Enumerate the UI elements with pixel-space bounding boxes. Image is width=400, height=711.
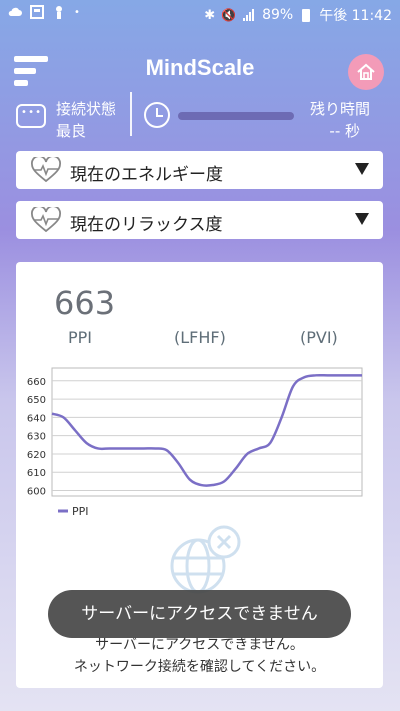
dot-icon: • — [74, 6, 80, 18]
energy-select-label: 現在のエネルギー度 — [70, 165, 223, 185]
remaining-time-label: 残り時間 — [309, 100, 370, 118]
clock-time: 午後 11:42 — [319, 8, 392, 24]
bluetooth-icon: ✱ — [204, 7, 216, 23]
legend-label: PPI — [72, 505, 89, 518]
battery-icon — [302, 9, 311, 22]
ppi-chart: 660 650 640 630 620 610 600 PPI — [27, 367, 363, 518]
mute-icon: 🔇 — [221, 8, 237, 22]
dropdown-arrow-icon — [355, 213, 369, 225]
person-icon — [56, 6, 62, 19]
heart-pulse-icon — [31, 207, 61, 233]
status-bar: • ✱ 🔇 89% 午後 11:42 — [0, 0, 400, 28]
app-title: MindScale — [145, 55, 255, 80]
y-tick-label: 610 — [27, 468, 46, 479]
metric-pvi[interactable]: (PVI) — [300, 328, 338, 347]
home-icon — [357, 63, 375, 80]
connection-icon — [16, 104, 46, 128]
signal-icon — [243, 9, 255, 21]
battery-percent: 89% — [262, 7, 294, 23]
y-tick-label: 660 — [27, 377, 46, 388]
ppi-series-line — [51, 373, 362, 487]
y-tick-label: 650 — [27, 395, 46, 406]
y-tick-label: 640 — [27, 413, 46, 424]
metric-lfhf[interactable]: (LFHF) — [174, 328, 226, 347]
connection-label: 接続状態 — [56, 100, 117, 118]
status-row: 接続状態 最良 残り時間 -- 秒 — [0, 92, 400, 140]
divider — [130, 92, 132, 136]
toast-message: サーバーにアクセスできません — [48, 590, 351, 638]
network-error-icon — [170, 525, 241, 594]
cloud-icon — [8, 7, 22, 16]
y-tick-label: 620 — [27, 450, 46, 461]
clock-icon — [144, 102, 170, 128]
relax-select-label: 現在のリラックス度 — [70, 215, 223, 235]
current-value: 663 — [54, 284, 116, 322]
home-button[interactable] — [348, 54, 384, 90]
plot-frame — [51, 367, 363, 497]
connection-value: 最良 — [56, 122, 87, 140]
app-notification-icon — [30, 5, 44, 19]
error-message: サーバーにアクセスできません。 ネットワーク接続を確認してください。 — [16, 634, 383, 678]
error-line-2: ネットワーク接続を確認してください。 — [73, 659, 326, 675]
remaining-time-value: -- 秒 — [329, 122, 360, 140]
y-tick-label: 630 — [27, 432, 46, 443]
energy-select[interactable]: 現在のエネルギー度 — [16, 151, 383, 189]
y-tick-label: 600 — [27, 487, 46, 498]
heart-pulse-icon — [31, 157, 61, 183]
dropdown-arrow-icon — [355, 163, 369, 175]
metric-ppi[interactable]: PPI — [68, 328, 92, 347]
relax-select[interactable]: 現在のリラックス度 — [16, 201, 383, 239]
remaining-time-bar — [178, 112, 294, 120]
